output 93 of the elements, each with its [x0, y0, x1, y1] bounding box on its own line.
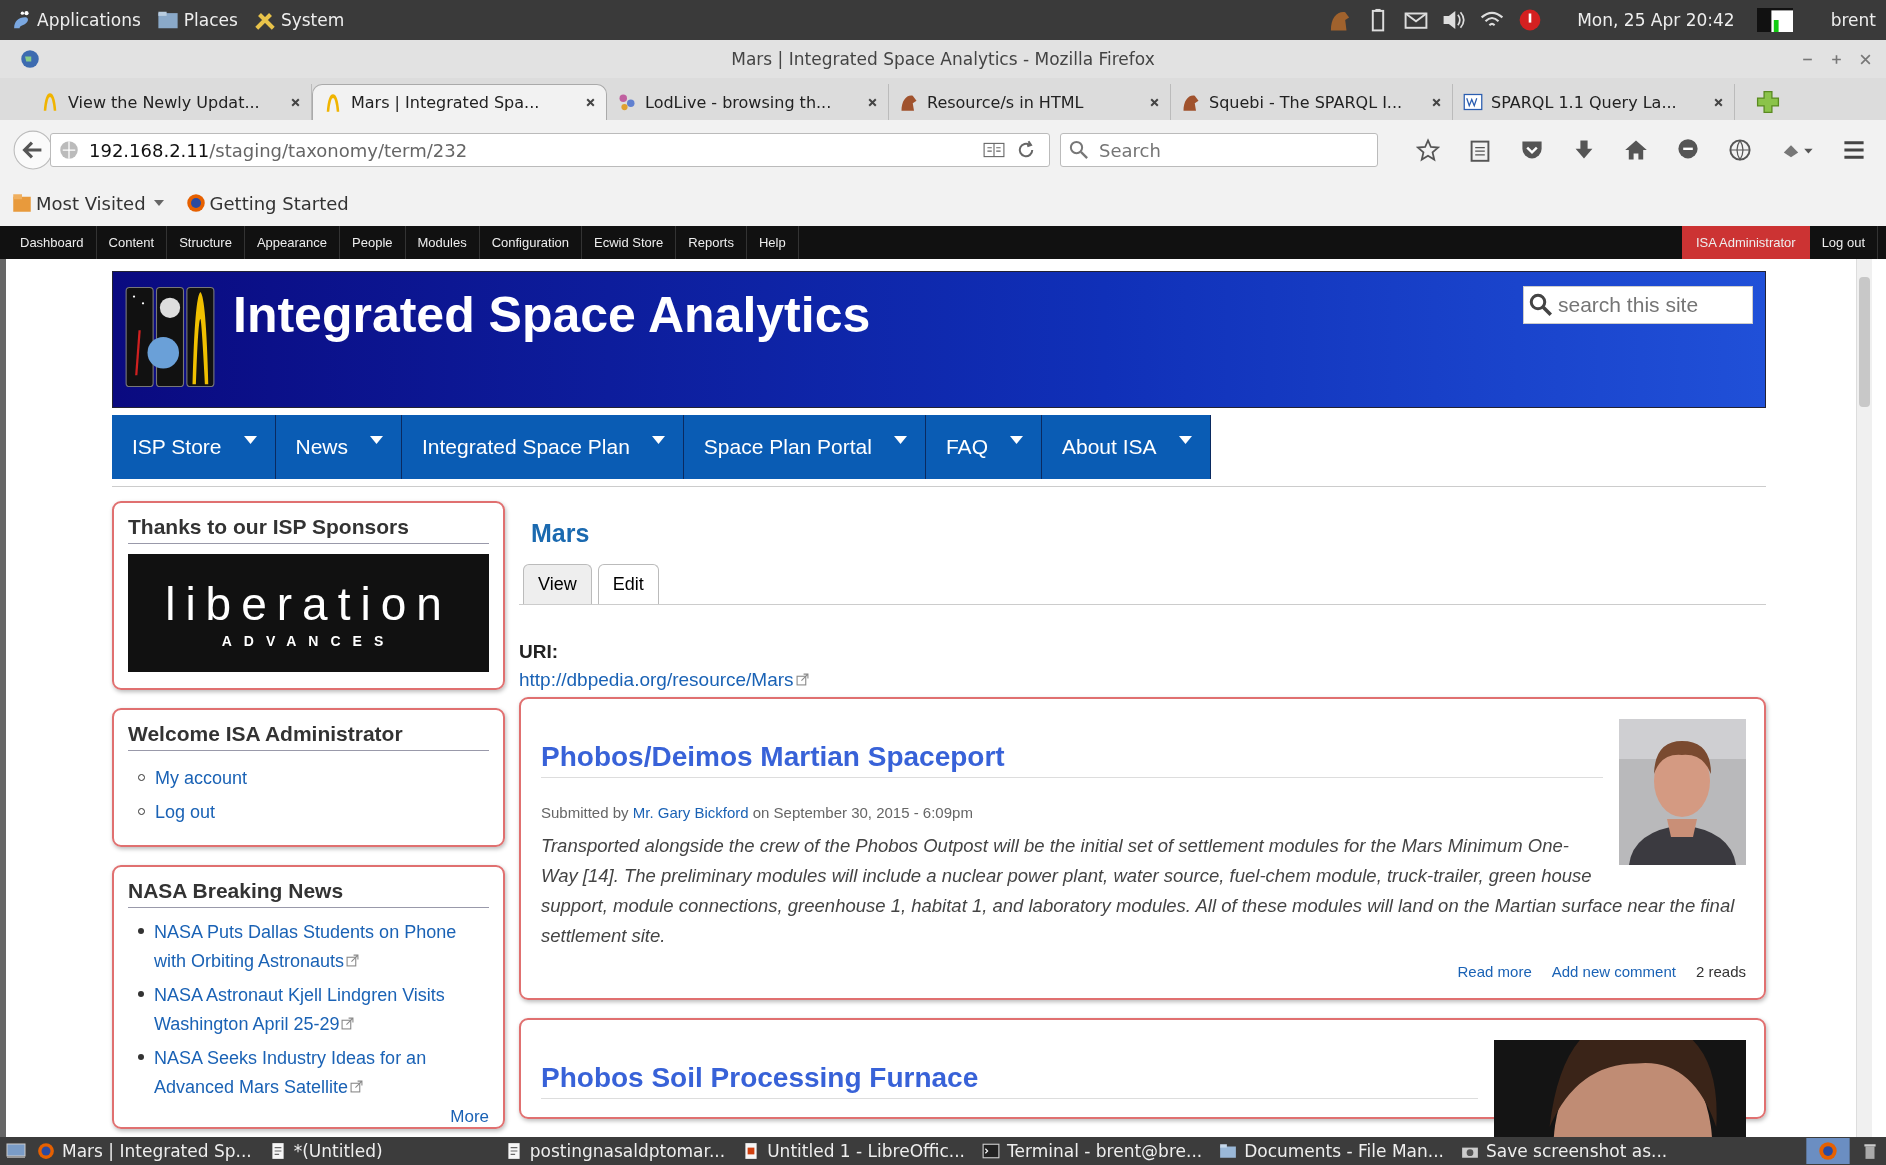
sponsor-logo[interactable]: liberation ADVANCES [128, 554, 489, 672]
main-menu-item[interactable]: About ISA [1041, 415, 1211, 479]
folder-icon [1218, 1142, 1239, 1160]
reader-view-icon[interactable] [983, 140, 1005, 160]
maximize-icon[interactable] [1830, 52, 1843, 66]
clipboard-icon[interactable] [1468, 138, 1492, 162]
panel-menu[interactable]: System [253, 9, 345, 31]
new-tab-icon[interactable] [1755, 89, 1781, 115]
caret-icon [651, 436, 665, 444]
favicon-icon [1463, 92, 1483, 112]
bookmark[interactable]: Most Visited [12, 192, 164, 214]
taskbar-item[interactable]: *(Untitled) [267, 1141, 488, 1161]
caret-icon [1178, 436, 1192, 444]
sidebar-link[interactable]: My account [155, 761, 248, 795]
firefox-icon [36, 1142, 56, 1160]
more-link[interactable]: More [450, 1107, 489, 1126]
external-link-icon [795, 673, 809, 686]
firefox-icon [185, 193, 206, 213]
article-title[interactable]: Phobos/Deimos Martian Spaceport [541, 719, 1603, 778]
user-name[interactable]: brent [1830, 10, 1876, 30]
taskbar-item[interactable]: Terminal - brent@bre... [981, 1141, 1203, 1161]
page-tab[interactable]: View [523, 564, 592, 604]
search-icon [1068, 140, 1090, 160]
favicon-icon [617, 92, 637, 112]
article-title[interactable]: Phobos Soil Processing Furnace [541, 1040, 1478, 1099]
main-menu-item[interactable]: News [275, 415, 402, 479]
block-title: Thanks to our ISP Sponsors [128, 515, 489, 544]
external-link-icon [341, 1017, 355, 1030]
news-link[interactable]: NASA Puts Dallas Students on Phone with Orbiting Astronauts [154, 918, 489, 976]
news-link[interactable]: NASA Astronaut Kjell Lindgren Visits Washington April 25-29 [154, 981, 489, 1039]
article-body: Transported alongside the crew of the Phobos Outpost will be the initial set of settlement modules for the Mars Minimum One-Way [14]. The preliminary modules will include a nuclear power plant, water source, fuel-chem module, truck-trailer, green house support, module connections, greenhouse 1, habitat 1, and laboratory modules. All of these modules will land on the Martian surface near the final settlement site. [541, 834, 1736, 948]
globe-icon[interactable] [1728, 138, 1752, 162]
site-name[interactable]: Integrated Space Analytics [233, 286, 871, 344]
caret-icon [153, 200, 164, 206]
block-title: Welcome ISA Administrator [128, 722, 489, 751]
globe-icon [20, 49, 40, 69]
browser-tab[interactable]: Mars | Integrated Spa... [312, 84, 607, 120]
bullet-icon [138, 991, 144, 997]
read-count: 2 reads [1695, 963, 1746, 980]
star-icon[interactable] [1416, 138, 1440, 162]
panel-menu[interactable]: Applications [10, 9, 141, 31]
bullet-icon [138, 928, 144, 934]
main-menu-item[interactable]: Space Plan Portal [683, 415, 926, 479]
globe-icon [59, 140, 79, 160]
taskbar-item[interactable]: Untitled 1 - LibreOffic... [741, 1141, 965, 1161]
clock[interactable]: Mon, 25 Apr 20:42 [1577, 10, 1735, 30]
menu-icon[interactable] [1842, 138, 1866, 162]
article-link[interactable]: Read more [1457, 963, 1532, 980]
external-link-icon [346, 954, 360, 967]
cpu-graph-icon [1756, 8, 1793, 32]
sidebar-link[interactable]: Log out [155, 795, 216, 829]
address-field[interactable]: 192.168.2.11/staging/taxonomy/term/232 [50, 133, 1050, 167]
folder-icon [12, 193, 32, 213]
taskbar-item[interactable]: Mars | Integrated Sp... [36, 1141, 252, 1161]
terminal-icon [981, 1142, 1001, 1160]
main-menu-item[interactable]: FAQ [925, 415, 1042, 479]
field-label: URI: [519, 641, 560, 663]
close-icon[interactable] [1149, 96, 1160, 108]
taskbar-item[interactable]: postingnasaldptomar... [503, 1141, 726, 1161]
caret-icon [1009, 436, 1023, 444]
caret-icon [893, 436, 907, 444]
main-menu-item[interactable]: ISP Store [112, 415, 276, 479]
bookmark[interactable]: Getting Started [185, 192, 349, 214]
desktop-icon[interactable] [6, 1142, 26, 1160]
caret-icon [243, 436, 257, 444]
page-tab[interactable]: Edit [597, 564, 659, 604]
submitted-line: Submitted by Mr. Gary Bickford on September 30, 2015 - 6:09pm [541, 804, 974, 821]
news-link[interactable]: NASA Seeks Industry Ideas for an Advanced Mars Satellite [154, 1044, 489, 1102]
search-icon [1529, 293, 1553, 317]
home-icon[interactable] [1624, 138, 1648, 162]
firefox-icon[interactable] [1806, 1138, 1850, 1164]
uri-link[interactable]: http://dbpedia.org/resource/Mars [519, 669, 809, 690]
close-icon[interactable] [1431, 96, 1442, 108]
main-menu-item[interactable]: Integrated Space Plan [402, 415, 684, 479]
search-field[interactable]: Search [1060, 133, 1378, 167]
author-link[interactable]: Mr. Gary Bickford [632, 804, 749, 821]
window-title: Mars | Integrated Space Analytics - Mozilla Firefox [731, 49, 1155, 69]
taskbar-item[interactable]: Documents - File Man... [1218, 1141, 1444, 1161]
taskbar-item[interactable]: Save screenshot as... [1460, 1141, 1668, 1161]
block-title: NASA Breaking News [128, 879, 489, 908]
folder-icon [156, 9, 179, 31]
close-icon[interactable] [1713, 96, 1724, 108]
caret-icon [370, 436, 383, 444]
site-search-field[interactable]: search this site [1523, 286, 1753, 324]
bullet-icon [138, 1054, 144, 1060]
external-link-icon [350, 1080, 364, 1093]
panel-menu[interactable]: Places [156, 9, 238, 31]
page-title: Mars [531, 519, 591, 548]
admin-user-link[interactable]: ISA Administrator [1681, 226, 1810, 259]
close-icon[interactable] [290, 96, 301, 108]
close-icon[interactable] [585, 97, 596, 108]
article-link[interactable]: Add new comment [1551, 963, 1676, 980]
close-icon[interactable] [867, 96, 878, 108]
